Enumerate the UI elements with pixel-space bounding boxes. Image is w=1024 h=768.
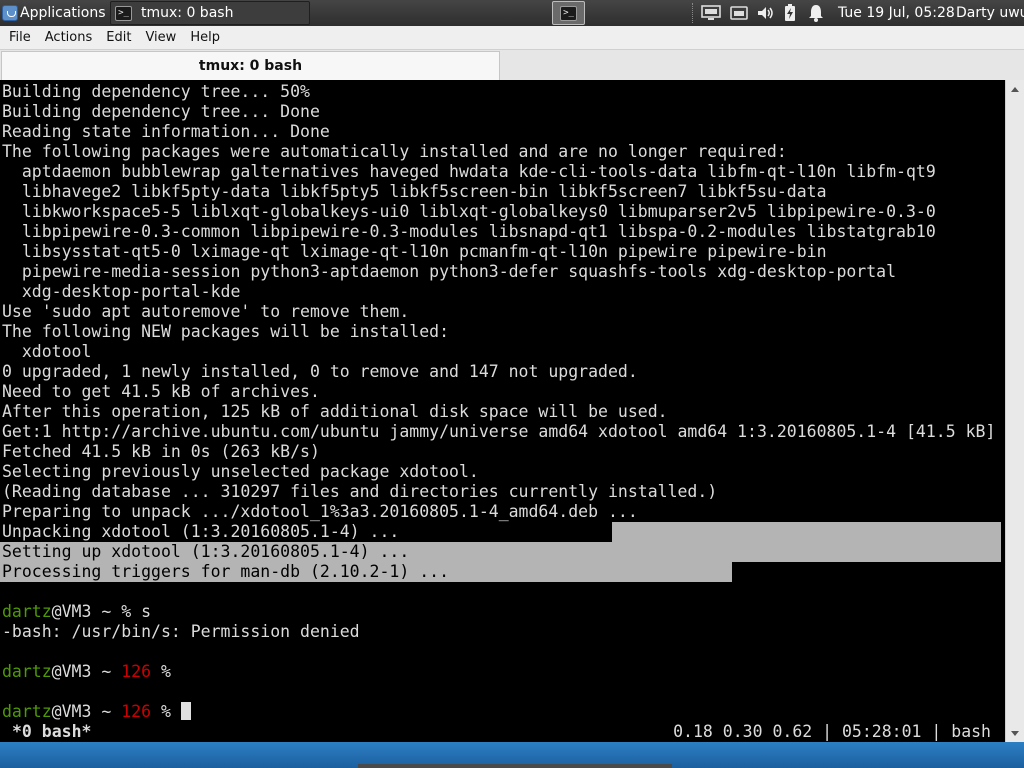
- prompt-line: dartz@VM3 ~ % s: [2, 602, 151, 622]
- terminal-line: Get:1 http://archive.ubuntu.com/ubuntu j…: [2, 422, 996, 441]
- tmux-status-right: 0.18 0.30 0.62 | 05:28:01 | bash: [673, 722, 991, 741]
- menu-view[interactable]: View: [138, 27, 183, 49]
- terminal-line: Fetched 41.5 kB in 0s (263 kB/s): [2, 442, 320, 461]
- menu-edit[interactable]: Edit: [99, 27, 138, 49]
- prompt-symbol: %: [151, 662, 171, 681]
- applications-menu-button[interactable]: Applications: [0, 0, 108, 26]
- menu-actions[interactable]: Actions: [38, 27, 100, 49]
- terminal-line: Reading state information... Done: [2, 122, 330, 141]
- terminal-line: 0 upgraded, 1 newly installed, 0 to remo…: [2, 362, 638, 381]
- tray-separator: [692, 3, 695, 23]
- display-icon[interactable]: [700, 4, 722, 22]
- terminal-line: Building dependency tree... Done: [2, 102, 320, 121]
- prompt-line: dartz@VM3 ~ 126 %: [2, 662, 171, 682]
- terminal-line-selected: Setting up xdotool (1:3.20160805.1-4) ..…: [2, 542, 410, 561]
- tab-bar: tmux: 0 bash: [0, 50, 1024, 80]
- terminal-line-selected: Processing triggers for man-db (2.10.2-1…: [2, 562, 450, 581]
- battery-icon[interactable]: [780, 4, 800, 22]
- menu-help[interactable]: Help: [183, 27, 227, 49]
- terminal-line: aptdaemon bubblewrap galternatives haveg…: [2, 162, 936, 181]
- prompt-user: dartz: [2, 662, 52, 681]
- scroll-up-arrow-icon[interactable]: [1006, 80, 1024, 98]
- terminal-line: xdg-desktop-portal-kde: [2, 282, 241, 301]
- window-resize-handle[interactable]: [358, 764, 672, 768]
- terminal-line: Building dependency tree... 50%: [2, 82, 310, 101]
- tmux-window-list[interactable]: *0 bash*: [12, 722, 91, 742]
- taskbar-item-label: tmux: 0 bash: [141, 5, 234, 21]
- terminal-icon: >_: [560, 5, 577, 21]
- prompt-host-path: @VM3 ~: [51, 702, 122, 721]
- terminal-line: (Reading database ... 310297 files and d…: [2, 482, 718, 501]
- clock[interactable]: Tue 19 Jul, 05:28: [838, 0, 955, 26]
- terminal-line: The following NEW packages will be insta…: [2, 322, 450, 341]
- terminal-line: After this operation, 125 kB of addition…: [2, 402, 668, 421]
- selection-highlight: [612, 522, 1001, 542]
- terminal-line: Use 'sudo apt autoremove' to remove them…: [2, 302, 410, 321]
- tmux-status-bar: *0 bash* 0.18 0.30 0.62 | 05:28:01 | bas…: [0, 722, 1005, 742]
- terminal-launcher-button[interactable]: >_: [552, 1, 585, 25]
- error-line: -bash: /usr/bin/s: Permission denied: [2, 622, 360, 641]
- terminal-line: libpipewire-0.3-common libpipewire-0.3-m…: [2, 222, 936, 241]
- terminal-line: libkworkspace5-5 liblxqt-globalkeys-ui0 …: [2, 202, 936, 221]
- exit-status: 126: [121, 702, 152, 721]
- prompt-symbol: %: [151, 702, 171, 721]
- terminal-line: The following packages were automaticall…: [2, 142, 787, 161]
- text-cursor: [180, 702, 191, 720]
- exit-status: 126: [121, 662, 152, 681]
- prompt-line-active[interactable]: dartz@VM3 ~ 126 %: [2, 702, 191, 722]
- terminal-line: Need to get 41.5 kB of archives.: [2, 382, 320, 401]
- volume-icon[interactable]: [754, 4, 776, 22]
- top-panel: Applications >_ tmux: 0 bash >_ Tue 19 J…: [0, 0, 1024, 26]
- terminal-line: libhavege2 libkf5pty-data libkf5pty5 lib…: [2, 182, 827, 201]
- prompt-symbol: %: [121, 602, 132, 621]
- user-menu[interactable]: Darty uwu: [956, 0, 1024, 26]
- terminal-line: Unpacking xdotool (1:3.20160805.1-4) ...: [2, 522, 400, 541]
- terminal-line: xdotool: [2, 342, 92, 361]
- terminal-scrollbar[interactable]: [1005, 80, 1024, 742]
- terminal-line: Preparing to unpack .../xdotool_1%3a3.20…: [2, 502, 638, 521]
- scroll-down-arrow-icon[interactable]: [1006, 724, 1024, 742]
- tab-tmux-bash[interactable]: tmux: 0 bash: [1, 51, 500, 80]
- notification-bell-icon[interactable]: [806, 4, 826, 22]
- terminal-view[interactable]: Building dependency tree... 50% Building…: [0, 80, 1005, 742]
- prompt-host-path: @VM3 ~: [51, 662, 122, 681]
- terminal-icon: >_: [115, 5, 132, 21]
- prompt-user: dartz: [2, 702, 52, 721]
- window-icon[interactable]: [728, 4, 750, 22]
- applications-label: Applications: [20, 5, 106, 21]
- terminal-line: pipewire-media-session python3-aptdaemon…: [2, 262, 897, 281]
- command-text: s: [131, 602, 152, 621]
- prompt-host-path: @VM3 ~: [51, 602, 122, 621]
- applications-icon: [2, 5, 18, 21]
- prompt-user: dartz: [2, 602, 52, 621]
- menu-file[interactable]: File: [2, 27, 38, 49]
- taskbar-item-tmux[interactable]: >_ tmux: 0 bash: [110, 1, 310, 25]
- menu-bar: File Actions Edit View Help: [0, 26, 1024, 50]
- terminal-line: Selecting previously unselected package …: [2, 462, 479, 481]
- terminal-line: libsysstat-qt5-0 lximage-qt lximage-qt-l…: [2, 242, 827, 261]
